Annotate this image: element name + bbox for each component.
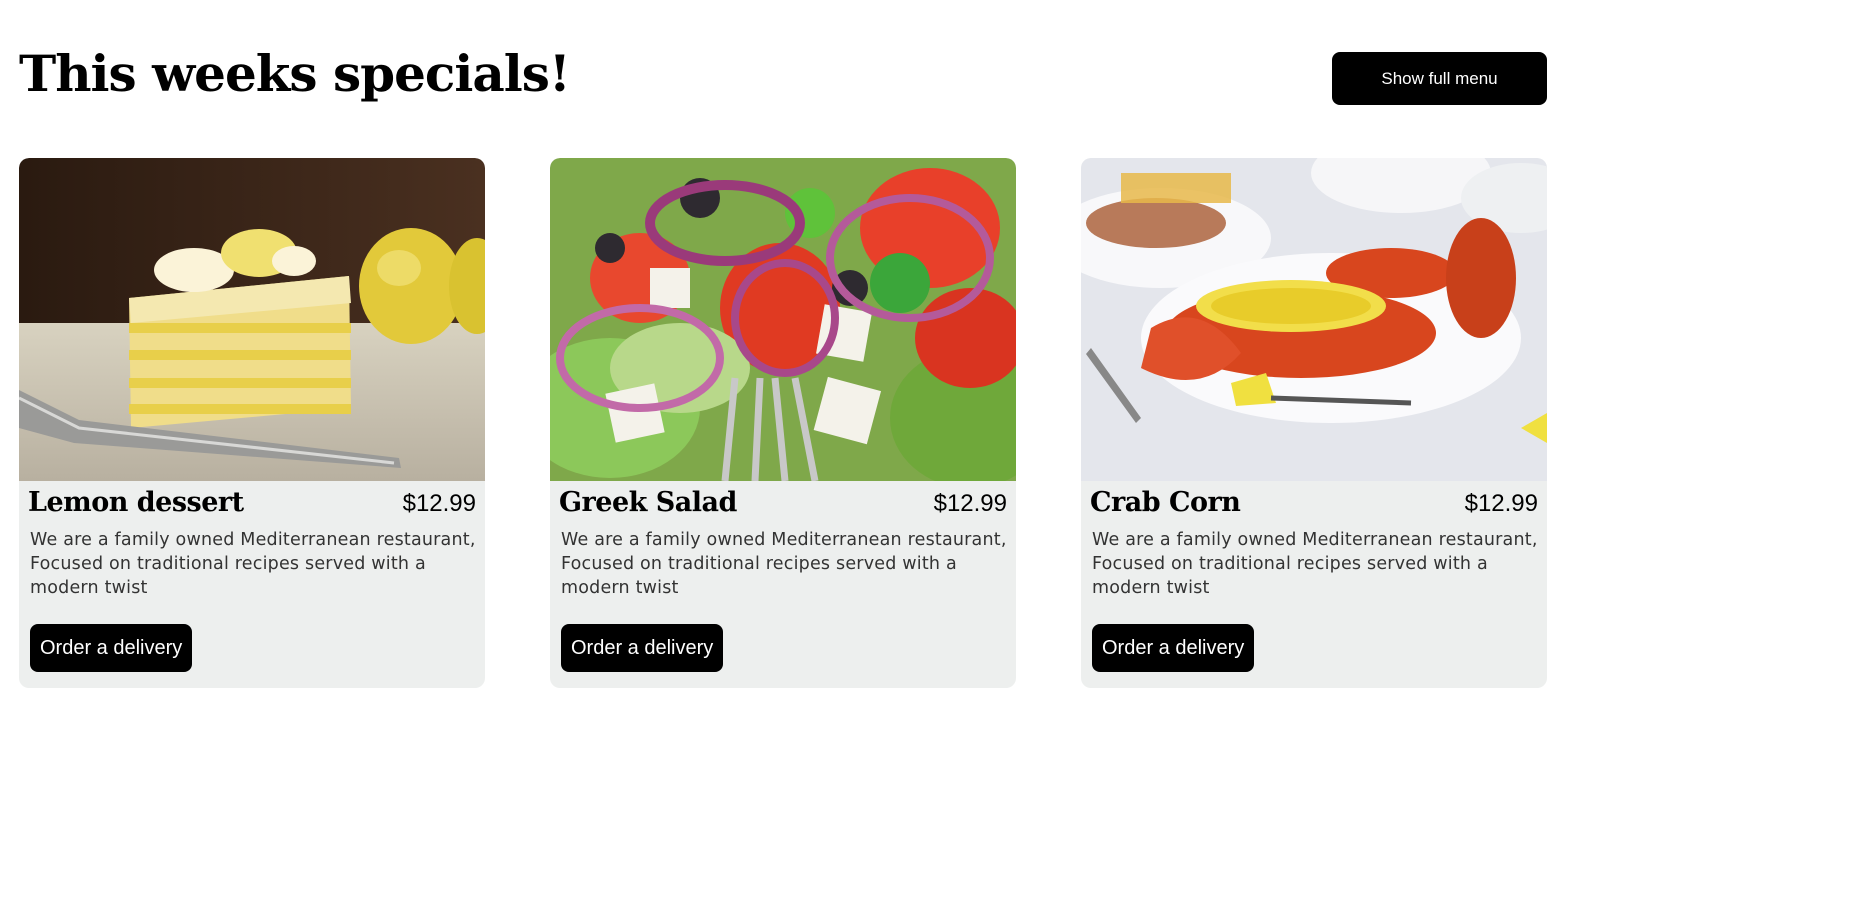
lemon-dessert-image [19,158,485,481]
card-header: Lemon dessert $12.99 [19,481,485,518]
card-header: Crab Corn $12.99 [1081,481,1547,518]
greek-salad-image [550,158,1016,481]
special-name: Lemon dessert [28,487,244,518]
special-description: We are a family owned Mediterranean rest… [1092,530,1538,598]
order-delivery-button[interactable]: Order a delivery [30,624,193,672]
card-header: Greek Salad $12.99 [550,481,1016,518]
special-card-greek-salad: Greek Salad $12.99 We are a family owned… [550,158,1016,688]
special-price: $12.99 [933,490,1007,517]
special-description: We are a family owned Mediterranean rest… [561,530,1007,598]
crab-corn-image [1081,158,1547,481]
show-full-menu-button[interactable]: Show full menu [1332,52,1547,105]
special-name: Greek Salad [559,487,737,518]
special-card-crab-corn: Crab Corn $12.99 We are a family owned M… [1081,158,1547,688]
special-description: We are a family owned Mediterranean rest… [30,530,476,598]
order-delivery-button[interactable]: Order a delivery [1092,624,1255,672]
specials-list: Lemon dessert $12.99 We are a family own… [19,158,1547,688]
order-delivery-button[interactable]: Order a delivery [561,624,724,672]
special-card-lemon-dessert: Lemon dessert $12.99 We are a family own… [19,158,485,688]
special-name: Crab Corn [1090,487,1241,518]
special-price: $12.99 [1464,490,1538,517]
special-price: $12.99 [402,490,476,517]
page-title: This weeks specials! [19,44,571,103]
